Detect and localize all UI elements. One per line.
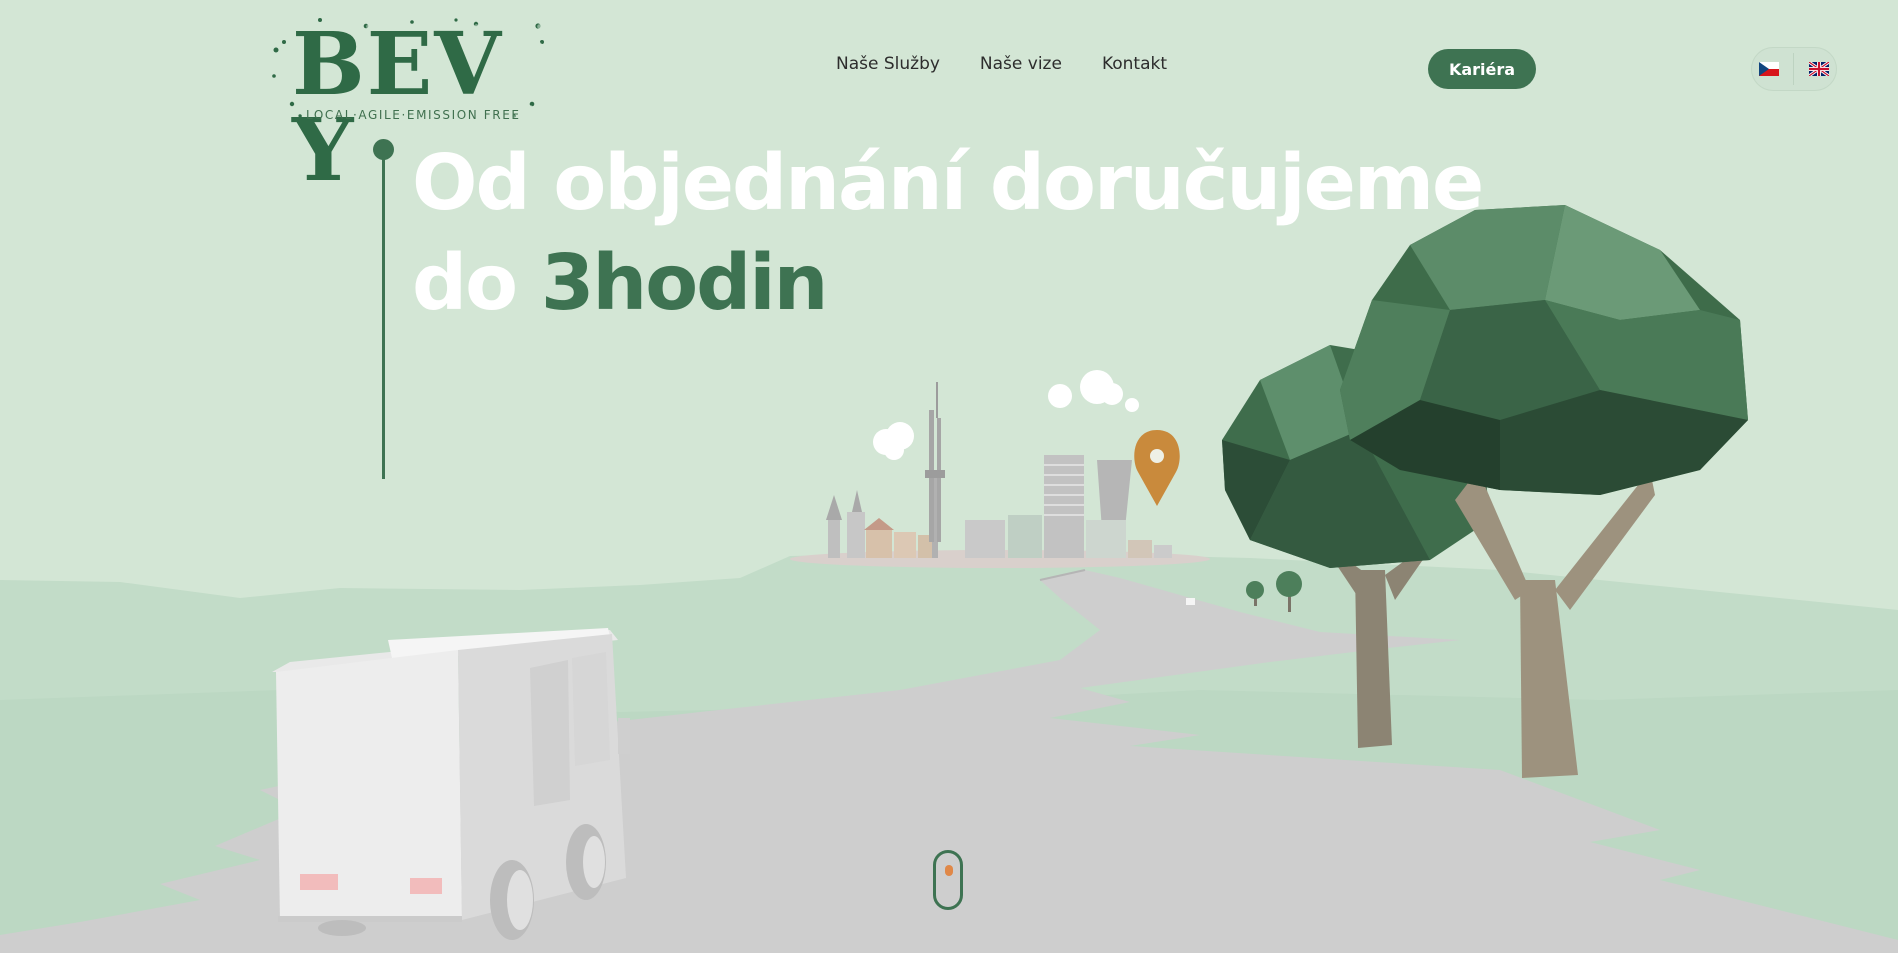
scroll-wheel-dot	[945, 865, 953, 876]
language-switcher	[1752, 48, 1836, 90]
hero-title-highlight: 3hodin	[540, 239, 829, 328]
nav-item-vision[interactable]: Naše vize	[980, 56, 1062, 73]
logo-tagline: LOCAL·AGILE·EMISSION FREE	[306, 108, 521, 122]
hero-accent-dot	[373, 139, 394, 160]
career-button[interactable]: Kariéra	[1428, 49, 1536, 89]
hero-accent-line	[382, 150, 385, 479]
scroll-down-indicator[interactable]	[933, 850, 963, 910]
hero-title: Od objednání doručujeme do 3hodin	[412, 134, 1484, 334]
uk-flag-icon[interactable]	[1808, 62, 1829, 76]
clouds	[873, 370, 1139, 460]
hero-title-prefix: do	[412, 239, 541, 328]
nav-item-contact[interactable]: Kontakt	[1102, 56, 1167, 73]
main-nav: Naše Služby Naše vize Kontakt	[836, 56, 1167, 73]
location-pin-icon	[1134, 430, 1180, 506]
czech-flag-icon[interactable]	[1759, 62, 1780, 76]
nav-item-services[interactable]: Naše Služby	[836, 56, 940, 73]
bevy-logo[interactable]: BEVY LOCAL·AGILE·EMISSION FREE	[270, 16, 545, 194]
city-skyline	[826, 382, 1172, 558]
delivery-van	[272, 628, 630, 940]
hero-title-line1: Od objednání doručujeme	[412, 139, 1484, 228]
language-divider	[1793, 53, 1795, 85]
